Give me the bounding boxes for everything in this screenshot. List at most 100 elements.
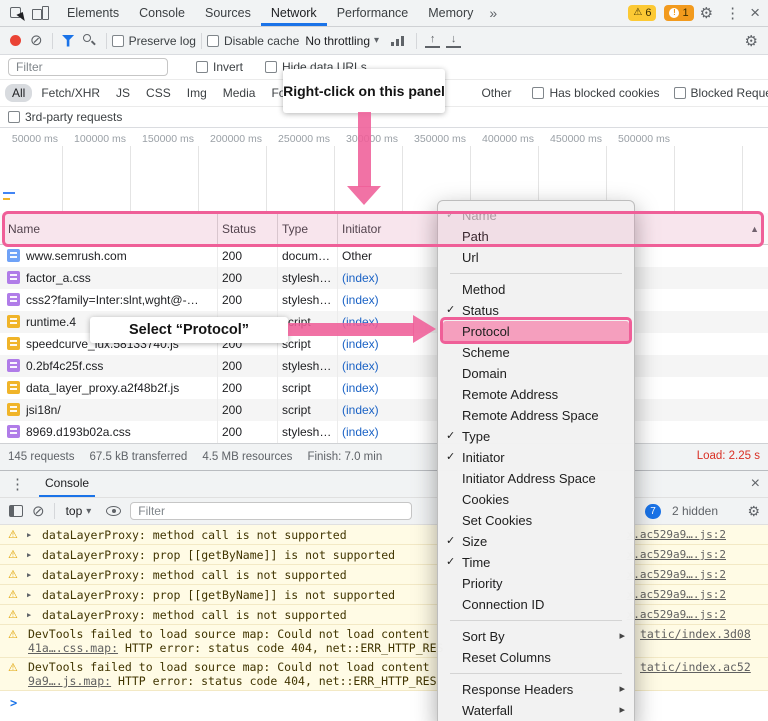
table-row[interactable]: 8969.d193b02a.css 200 stylesh… (index) (0, 421, 768, 443)
menu-item-priority[interactable]: Priority (438, 573, 634, 594)
network-filter-input[interactable]: Filter (8, 58, 168, 76)
menu-item-protocol[interactable]: Protocol (443, 321, 629, 342)
initiator-link[interactable]: (index) (342, 421, 379, 443)
menu-item-size[interactable]: ✓Size (438, 531, 634, 552)
console-warning-row[interactable]: ⚠ ▶ dataLayerProxy: method call is not s… (0, 605, 768, 625)
menu-item-response-headers[interactable]: Response Headers▸ (438, 679, 634, 700)
search-icon[interactable] (83, 34, 97, 48)
menu-item-set-cookies[interactable]: Set Cookies (438, 510, 634, 531)
table-row[interactable]: css2?family=Inter:slnt,wght@-… 200 style… (0, 289, 768, 311)
console-filter-input[interactable]: Filter (130, 502, 412, 520)
settings-gear-icon[interactable]: ⚙ (694, 4, 719, 22)
chip-media[interactable]: Media (216, 84, 263, 102)
menu-item-reset-columns[interactable]: Reset Columns (438, 647, 634, 668)
menu-item-status[interactable]: ✓Status (438, 300, 634, 321)
tab-performance[interactable]: Performance (327, 0, 419, 26)
column-header-status[interactable]: Status (222, 213, 256, 245)
clear-console-icon[interactable]: ⊘ (32, 504, 45, 519)
console-warning-row[interactable]: ⚠ ▶ dataLayerProxy: method call is not s… (0, 565, 768, 585)
console-prompt-row[interactable]: > (0, 691, 768, 721)
menu-item-scheme[interactable]: Scheme (438, 342, 634, 363)
console-source-link[interactable]: tatic/index.ac52 (640, 660, 751, 674)
initiator-link[interactable]: (index) (342, 333, 379, 355)
export-har-icon[interactable]: ↓ (446, 33, 461, 48)
table-row[interactable]: factor_a.css 200 stylesh… (index) (0, 267, 768, 289)
tab-memory[interactable]: Memory (418, 0, 483, 26)
initiator-link[interactable]: (index) (342, 311, 379, 333)
throttling-dropdown[interactable]: No throttling▾ (305, 34, 379, 48)
console-source-link[interactable]: x.ac529a9….js:2 (627, 608, 726, 621)
expand-icon[interactable]: ▶ (27, 589, 31, 601)
hide-data-urls-checkbox[interactable] (265, 61, 277, 73)
console-warning-row[interactable]: ⚠ ▶ dataLayerProxy: method call is not s… (0, 525, 768, 545)
table-row[interactable]: jsi18n/ 200 script (index) (0, 399, 768, 421)
menu-item-path[interactable]: Path (438, 226, 634, 247)
warnings-badge[interactable]: ⚠6 (628, 5, 656, 21)
context-selector-dropdown[interactable]: top▾ (66, 504, 92, 518)
console-warning-row[interactable]: ⚠ ▶ dataLayerProxy: prop [[getByName]] i… (0, 545, 768, 565)
chip-img[interactable]: Img (180, 84, 214, 102)
menu-item-domain[interactable]: Domain (438, 363, 634, 384)
expand-icon[interactable]: ▶ (27, 529, 31, 541)
console-source-link[interactable]: x.ac529a9….js:2 (627, 548, 726, 561)
initiator-link[interactable]: (index) (342, 399, 379, 421)
table-row[interactable]: www.semrush.com 200 docum… Other (0, 245, 768, 267)
menu-item-waterfall[interactable]: Waterfall▸ (438, 700, 634, 721)
initiator-link[interactable]: (index) (342, 355, 379, 377)
table-row[interactable]: 0.2bf4c25f.css 200 stylesh… (index) (0, 355, 768, 377)
table-row[interactable]: runtime.4 200 script (index) (0, 311, 768, 333)
close-devtools-icon[interactable]: × (746, 3, 768, 23)
menu-item-initiator[interactable]: ✓Initiator (438, 447, 634, 468)
table-row[interactable]: speedcurve_lux.58133740.js 200 script (i… (0, 333, 768, 355)
console-source-link[interactable]: x.ac529a9….js:2 (627, 588, 726, 601)
filter-funnel-icon[interactable] (62, 35, 75, 47)
column-header-initiator[interactable]: Initiator (342, 213, 381, 245)
table-row[interactable]: data_layer_proxy.a2f48b2f.js 200 script … (0, 377, 768, 399)
preserve-log-checkbox[interactable] (112, 35, 124, 47)
menu-item-url[interactable]: Url (438, 247, 634, 268)
sourcemap-file-link[interactable]: 9a9….js.map: (28, 674, 111, 688)
initiator-link[interactable]: (index) (342, 377, 379, 399)
menu-item-connection-id[interactable]: Connection ID (438, 594, 634, 615)
console-source-link[interactable]: x.ac529a9….js:2 (627, 568, 726, 581)
console-settings-gear-icon[interactable]: ⚙ (747, 503, 760, 520)
menu-item-remote-address[interactable]: Remote Address (438, 384, 634, 405)
tab-elements[interactable]: Elements (57, 0, 129, 26)
drawer-tab-console[interactable]: Console (39, 471, 95, 497)
blocked-requests-checkbox[interactable] (674, 87, 686, 99)
live-expression-eye-icon[interactable] (106, 506, 121, 516)
tab-sources[interactable]: Sources (195, 0, 261, 26)
clear-network-log-icon[interactable]: ⊘ (30, 33, 43, 48)
close-drawer-icon[interactable]: × (751, 475, 760, 493)
menu-item-initiator-address-space[interactable]: Initiator Address Space (438, 468, 634, 489)
menu-item-time[interactable]: ✓Time (438, 552, 634, 573)
expand-icon[interactable]: ▶ (27, 569, 31, 581)
chip-css[interactable]: CSS (139, 84, 178, 102)
third-party-checkbox[interactable] (8, 111, 20, 123)
chip-font[interactable]: Font (264, 84, 302, 102)
console-source-link[interactable]: x.ac529a9….js:2 (627, 528, 726, 541)
network-settings-gear-icon[interactable]: ⚙ (739, 32, 768, 50)
network-conditions-icon[interactable] (391, 35, 405, 47)
menu-item-type[interactable]: ✓Type (438, 426, 634, 447)
console-sourcemap-warning-row[interactable]: ⚠ DevTools failed to load source map: Co… (0, 658, 768, 691)
menu-item-remote-address-space[interactable]: Remote Address Space (438, 405, 634, 426)
invert-checkbox[interactable] (196, 61, 208, 73)
chip-other[interactable]: Other (474, 84, 518, 102)
chip-fetch-xhr[interactable]: Fetch/XHR (34, 84, 107, 102)
drawer-kebab-menu-icon[interactable]: ⋮ (0, 475, 35, 493)
column-header-name[interactable]: Name (8, 213, 40, 245)
kebab-menu-icon[interactable]: ⋮ (719, 4, 746, 22)
console-sourcemap-warning-row[interactable]: ⚠ DevTools failed to load source map: Co… (0, 625, 768, 658)
console-message-count-badge[interactable]: 7 (645, 504, 661, 519)
chip-js[interactable]: JS (109, 84, 137, 102)
initiator-link[interactable]: (index) (342, 289, 379, 311)
more-tabs-icon[interactable]: » (483, 5, 503, 21)
import-har-icon[interactable]: ↑ (425, 33, 440, 48)
console-source-link[interactable]: tatic/index.3d08 (640, 627, 751, 641)
disable-cache-checkbox[interactable] (207, 35, 219, 47)
expand-icon[interactable]: ▶ (27, 609, 31, 621)
device-toolbar-icon[interactable] (32, 6, 49, 21)
menu-item-cookies[interactable]: Cookies (438, 489, 634, 510)
record-icon[interactable] (10, 35, 21, 46)
